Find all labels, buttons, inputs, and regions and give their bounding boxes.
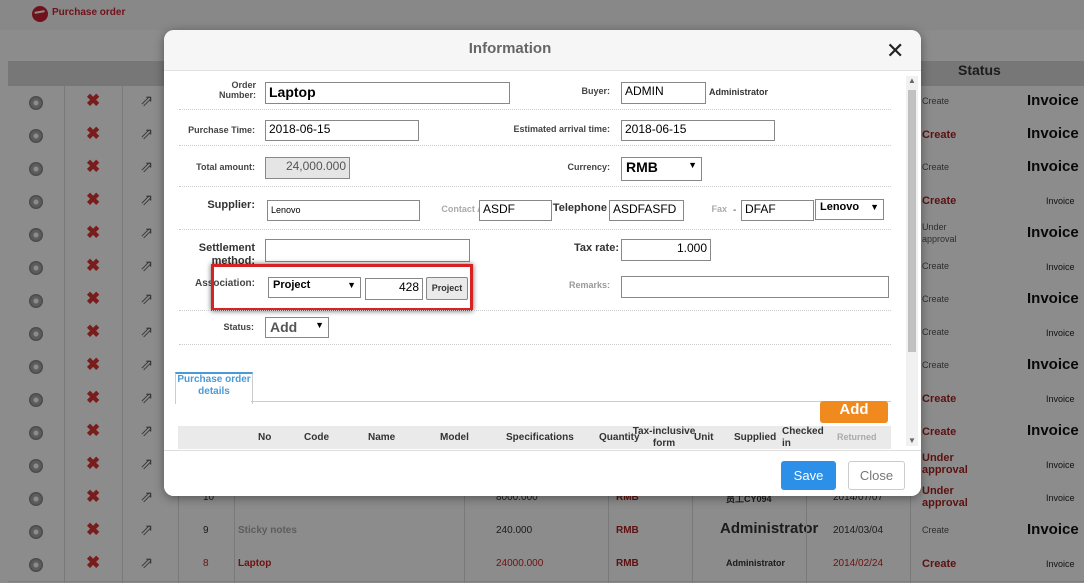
arrival-time-label: Estimated arrival time:	[513, 124, 610, 134]
currency-value: RMB	[626, 159, 658, 175]
status-label: Status:	[223, 322, 254, 332]
divider	[179, 310, 891, 311]
purchase-time-input[interactable]: 2018-06-15	[265, 120, 419, 141]
remarks-label: Remarks:	[568, 280, 610, 290]
settlement-method-input[interactable]	[265, 239, 470, 262]
order-number-label: Order Number:	[218, 80, 256, 100]
col-supplied: Supplied	[734, 432, 777, 443]
order-number-input[interactable]: Laptop	[265, 82, 510, 104]
close-icon[interactable]: ✕	[886, 38, 904, 64]
fax-input[interactable]: DFAF	[741, 200, 814, 221]
supplier-label: Supplier:	[207, 199, 255, 211]
supplier-select-value: Lenovo	[820, 201, 860, 213]
col-name: Name	[368, 432, 396, 443]
close-button[interactable]: Close	[848, 461, 905, 490]
tab-label: Purchase order details	[177, 374, 251, 397]
details-table-header: No Code Name Model Specifications Quanti…	[178, 426, 891, 449]
buyer-input[interactable]: ADMIN	[621, 82, 706, 104]
divider	[179, 186, 891, 187]
contact-input[interactable]: ASDF	[479, 200, 552, 221]
chevron-down-icon: ▼	[688, 160, 697, 170]
currency-label: Currency:	[567, 162, 610, 172]
divider	[179, 145, 891, 146]
dialog-footer: Save Close	[164, 450, 921, 496]
divider	[179, 229, 891, 230]
supplier-select[interactable]: Lenovo ▼	[815, 199, 884, 220]
status-select[interactable]: Add ▼	[265, 317, 329, 338]
scroll-thumb[interactable]	[908, 90, 916, 352]
divider	[179, 344, 891, 345]
purchase-time-label: Purchase Time:	[188, 125, 255, 135]
col-no: No	[258, 432, 272, 443]
tax-rate-input[interactable]: 1.000	[621, 239, 711, 261]
dialog-title: Information	[468, 40, 552, 57]
status-value: Add	[270, 319, 298, 335]
information-dialog: Information ✕ ▲ ▼ Order Number: Laptop B…	[164, 30, 921, 496]
highlight-box	[211, 264, 473, 311]
scroll-down-icon[interactable]: ▼	[908, 436, 916, 445]
chevron-down-icon: ▼	[870, 202, 879, 212]
divider	[179, 109, 891, 110]
add-detail-button[interactable]: Add	[820, 401, 888, 423]
col-unit: Unit	[694, 432, 714, 443]
telephone-input[interactable]: ASDFASFD	[609, 200, 684, 221]
telephone-label: Telephone	[552, 202, 607, 214]
tab-divider	[251, 401, 891, 402]
total-amount-input: 24,000.000	[265, 157, 350, 179]
dialog-header: Information ✕	[164, 30, 921, 71]
fax-label: Fax	[711, 204, 727, 214]
buyer-name: Administrator	[709, 87, 769, 97]
col-tax-inclusive-form: Tax-inclusive form	[632, 426, 696, 449]
dialog-scrollbar[interactable]: ▲ ▼	[906, 76, 918, 446]
save-button[interactable]: Save	[781, 461, 836, 490]
chevron-down-icon: ▼	[315, 320, 324, 330]
col-checked-in: Checked in	[782, 426, 824, 449]
currency-select[interactable]: RMB ▼	[621, 157, 702, 181]
arrival-time-input[interactable]: 2018-06-15	[621, 120, 775, 141]
supplier-input[interactable]: Lenovo	[267, 200, 420, 221]
buyer-label: Buyer:	[581, 86, 610, 96]
total-amount-label: Total amount:	[196, 162, 255, 172]
fax-separator: -	[733, 205, 737, 216]
col-model: Model	[440, 432, 469, 443]
scroll-up-icon[interactable]: ▲	[908, 76, 916, 85]
col-returned: Returned	[837, 432, 877, 442]
tax-rate-label: Tax rate:	[573, 242, 619, 254]
col-code: Code	[304, 432, 329, 443]
col-specifications: Specifications	[506, 432, 574, 443]
remarks-input[interactable]	[621, 276, 889, 298]
tab-purchase-order-details[interactable]: Purchase order details	[175, 372, 253, 404]
